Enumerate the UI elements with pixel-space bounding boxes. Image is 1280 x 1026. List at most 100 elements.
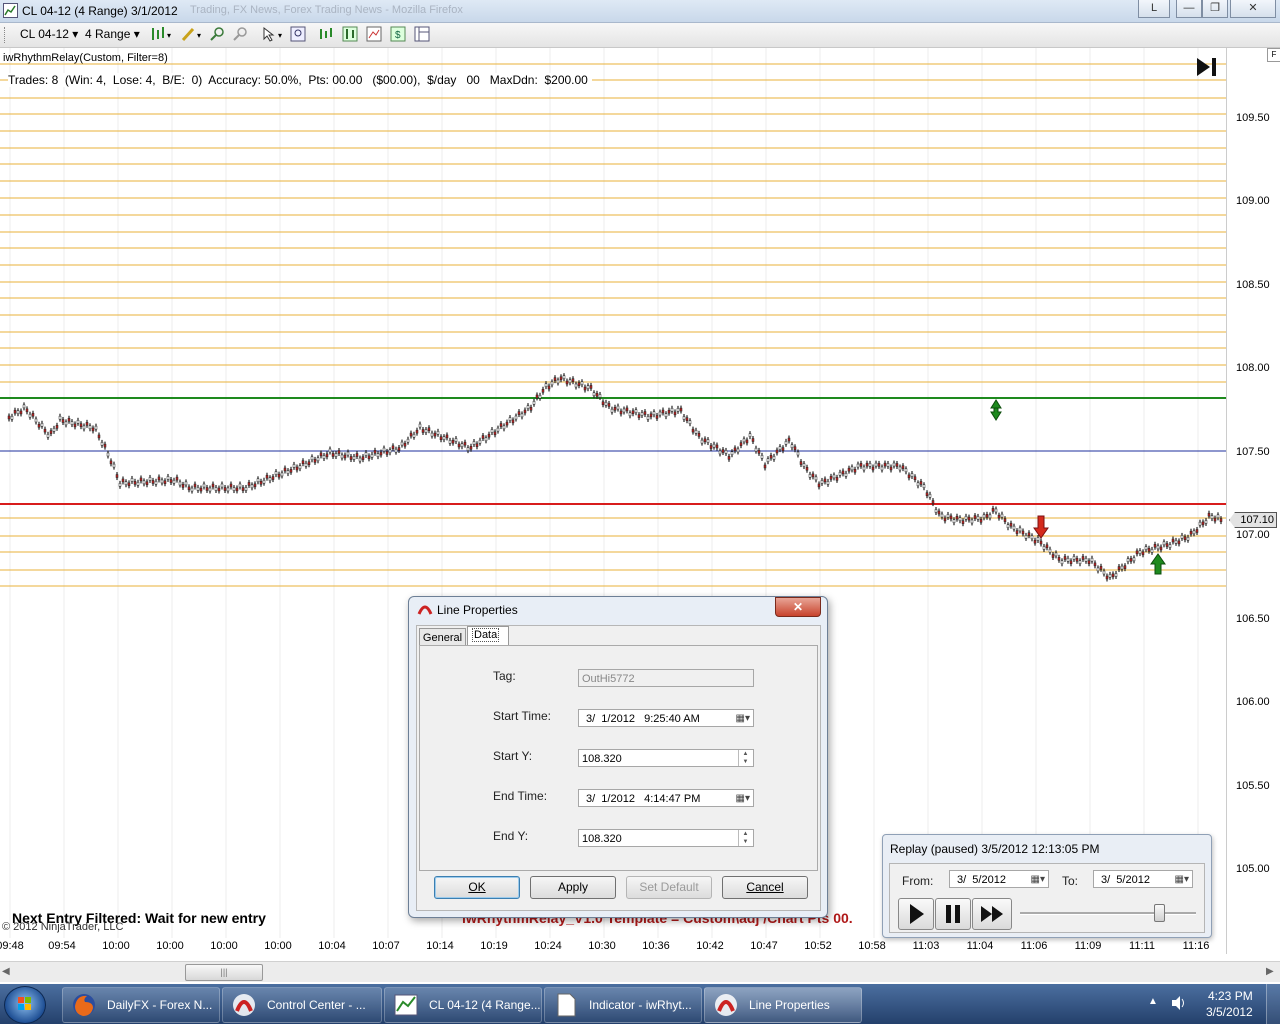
chart-properties-icon[interactable] [366, 26, 382, 42]
candle-body [838, 472, 842, 476]
tab-data[interactable]: Data [467, 626, 509, 646]
candle-body [742, 438, 746, 443]
taskbar-item-control-center[interactable]: Control Center - ... [222, 987, 382, 1023]
apply-button[interactable]: Apply [530, 876, 616, 899]
candle-body [127, 482, 131, 487]
candle-body [613, 406, 617, 411]
find-icon[interactable] [290, 26, 306, 42]
start-button[interactable] [4, 986, 46, 1024]
candle-body [1105, 575, 1109, 580]
price-axis[interactable]: F [1226, 48, 1280, 954]
replay-end-icon[interactable] [1196, 57, 1218, 77]
calendar-dropdown-icon[interactable]: ▦▾ [736, 710, 750, 726]
dollar-icon[interactable]: $ [390, 26, 406, 42]
candle-body [166, 476, 170, 480]
instrument-selector[interactable]: CL 04-12 ▾ [20, 27, 78, 41]
candle-body [895, 463, 899, 467]
dialog-close-button[interactable]: ✕ [775, 597, 821, 617]
taskbar-item-line-properties[interactable]: Line Properties [704, 987, 862, 1023]
x-tick-label: 10:00 [264, 940, 292, 952]
pause-button[interactable] [935, 898, 971, 930]
candle-body [1060, 560, 1064, 565]
replay-speed-slider[interactable] [1020, 904, 1196, 924]
set-default-button[interactable]: Set Default [626, 876, 712, 899]
candle-body [214, 487, 218, 491]
dialog-title: Line Properties [437, 603, 518, 617]
tab-general[interactable]: General [419, 628, 466, 646]
play-button[interactable] [898, 898, 934, 930]
candle-body [547, 385, 551, 390]
indicators-icon[interactable] [318, 26, 334, 42]
instrument-label: CL 04-12 [20, 27, 69, 41]
candle-body [1039, 540, 1043, 545]
start-y-input[interactable]: 108.320 ▲ ▼ [578, 749, 754, 767]
cancel-button[interactable]: Cancel [722, 876, 808, 899]
candle-body [1111, 573, 1115, 578]
bar-type-icon[interactable]: ▾ [150, 26, 174, 42]
zoom-in-icon[interactable] [209, 26, 225, 42]
candle-body [31, 412, 35, 417]
start-time-picker[interactable]: 3/ 1/2012 9:25:40 AM ▦▾ [578, 709, 754, 727]
spinner-arrows-icon[interactable]: ▲ ▼ [738, 750, 752, 766]
candle-body [679, 407, 683, 412]
from-date-picker[interactable]: 3/ 5/2012 ▦▾ [949, 870, 1049, 888]
calendar-dropdown-icon[interactable]: ▦▾ [1175, 871, 1189, 887]
taskbar-item-firefox[interactable]: DailyFX - Forex N... [62, 987, 220, 1023]
x-tick-label: 10:36 [642, 940, 670, 952]
restore-button[interactable]: ❐ [1202, 0, 1228, 18]
show-hidden-icons-icon[interactable]: ▲ [1148, 996, 1158, 1007]
period-selector[interactable]: 4 Range ▾ [85, 27, 140, 41]
scroll-right-arrow-icon[interactable]: ▶ [1266, 966, 1274, 977]
language-indicator-button[interactable]: L [1138, 0, 1170, 18]
taskbar-item-indicator[interactable]: Indicator - iwRhyt... [544, 987, 702, 1023]
data-box-icon[interactable] [414, 26, 430, 42]
pencil-draw-icon[interactable]: ▾ [180, 26, 204, 42]
end-y-input[interactable]: 108.320 ▲ ▼ [578, 829, 754, 847]
candle-body [487, 433, 491, 438]
clock-date[interactable]: 3/5/2012 [1206, 1005, 1253, 1019]
close-window-button[interactable]: ✕ [1230, 0, 1276, 18]
horizontal-scrollbar[interactable]: ◀ ||| ▶ [0, 961, 1280, 982]
candle-body [781, 447, 785, 451]
zoom-out-icon[interactable] [232, 26, 248, 42]
calendar-dropdown-icon[interactable]: ▦▾ [1031, 871, 1045, 887]
candle-body [361, 456, 365, 460]
candle-body [406, 438, 410, 443]
candle-body [373, 450, 377, 454]
candle-body [199, 487, 203, 492]
scrollbar-thumb[interactable]: ||| [185, 964, 263, 981]
line-properties-dialog: Line Properties ✕ General Data Tag: OutH… [408, 596, 828, 918]
candle-body [310, 456, 314, 461]
taskbar-item-chart[interactable]: CL 04-12 (4 Range... [384, 987, 542, 1023]
volume-icon[interactable] [1170, 994, 1188, 1012]
end-y-value: 108.320 [582, 833, 622, 845]
candle-body [1120, 565, 1124, 570]
candle-body [298, 465, 302, 469]
slider-thumb[interactable] [1154, 904, 1165, 922]
scroll-left-arrow-icon[interactable]: ◀ [2, 966, 10, 977]
axis-settings-icon[interactable]: F [1267, 48, 1280, 62]
minimize-button[interactable]: — [1176, 0, 1202, 18]
end-time-picker[interactable]: 3/ 1/2012 4:14:47 PM ▦▾ [578, 789, 754, 807]
candle-body [304, 463, 308, 467]
fast-forward-button[interactable] [972, 898, 1012, 930]
cursor-select-icon[interactable]: ▾ [261, 26, 285, 42]
calendar-dropdown-icon[interactable]: ▦▾ [736, 790, 750, 806]
to-date-picker[interactable]: 3/ 5/2012 ▦▾ [1093, 870, 1193, 888]
show-desktop-button[interactable] [1266, 984, 1280, 1024]
long-entry-arrow-icon [1150, 553, 1166, 575]
candle-body [616, 405, 620, 410]
spinner-arrows-icon[interactable]: ▲ ▼ [738, 830, 752, 846]
strategies-icon[interactable] [342, 26, 358, 42]
candle-body [718, 450, 722, 455]
y-tick-label: 109.00 [1236, 195, 1270, 207]
candle-body [1048, 548, 1052, 553]
candle-body [316, 457, 320, 462]
candle-body [415, 429, 419, 434]
candle-body [811, 473, 815, 478]
firefox-icon [71, 992, 97, 1018]
ok-button[interactable]: OK [434, 876, 520, 899]
candle-body [961, 520, 965, 524]
candle-body [403, 442, 407, 447]
clock-time[interactable]: 4:23 PM [1208, 989, 1253, 1003]
